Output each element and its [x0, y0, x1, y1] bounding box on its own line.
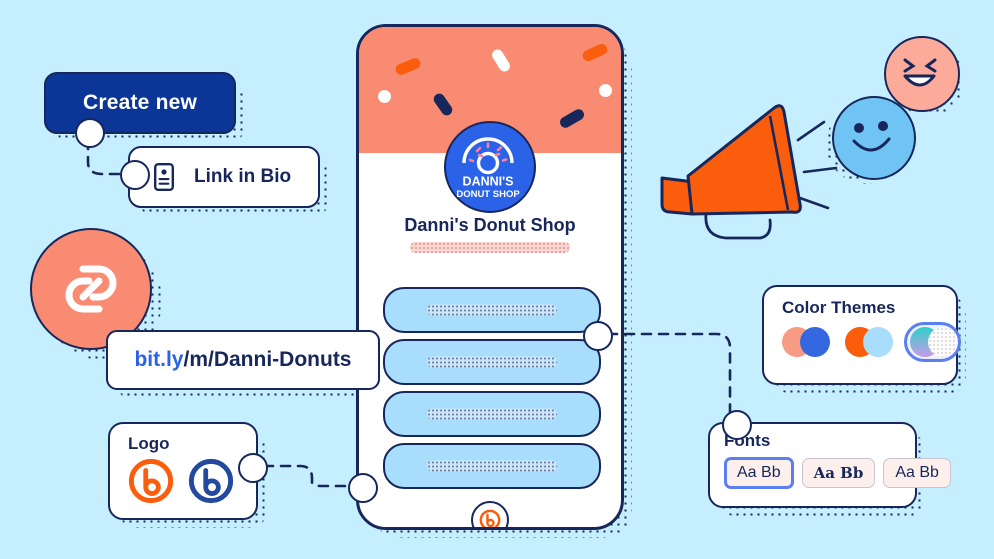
- node-phone-link[interactable]: [583, 321, 613, 351]
- megaphone-graphic: [660, 104, 802, 240]
- link-button-placeholder: [427, 304, 557, 316]
- sprinkle: [431, 91, 455, 118]
- link-button-3[interactable]: [383, 391, 601, 437]
- link-button-placeholder: [427, 460, 557, 472]
- sprinkle: [580, 42, 610, 63]
- laughing-mouth: [903, 74, 936, 87]
- megaphone-icon: [648, 86, 818, 246]
- megaphone-strap: [704, 212, 772, 240]
- font-chip-2[interactable]: Aa Bb: [801, 458, 876, 488]
- link-button-4[interactable]: [383, 443, 601, 489]
- color-themes-card[interactable]: Color Themes: [762, 285, 961, 385]
- sprinkle-dot: [378, 90, 391, 103]
- logo-options: [128, 458, 256, 504]
- eye-right: [878, 121, 888, 131]
- smiling-face-icon: [832, 96, 916, 180]
- node-phone-bottom[interactable]: [348, 473, 378, 503]
- shop-bio-placeholder: [410, 242, 570, 253]
- bio-card-icon: [154, 163, 174, 191]
- logo-card-title: Logo: [128, 434, 170, 453]
- font-chip-1[interactable]: Aa Bb: [724, 457, 794, 489]
- node-logo-card[interactable]: [238, 453, 268, 483]
- donut-logo-graphic: DANNI'S DONUT SHOP: [456, 137, 520, 200]
- bitly-logo-icon: [479, 509, 501, 527]
- phone-mockup: DANNI'S DONUT SHOP Danni's Donut Shop: [356, 24, 624, 530]
- font-chip-3[interactable]: Aa Bb: [883, 458, 951, 488]
- bitly-logo-navy-icon[interactable]: [188, 458, 234, 504]
- theme-gradient-white[interactable]: [903, 322, 961, 362]
- link-button-1[interactable]: [383, 287, 601, 333]
- bitly-footer-button[interactable]: [471, 501, 509, 527]
- color-themes-title: Color Themes: [782, 298, 896, 317]
- node-fonts-card[interactable]: [722, 410, 752, 440]
- logo-line1: DANNI'S: [463, 175, 514, 189]
- smile-mouth: [852, 137, 891, 152]
- megaphone-cone: [686, 104, 802, 216]
- wire-logo-phone: [262, 464, 350, 488]
- sprinkle-dot: [599, 84, 612, 97]
- smiling-face-graphic: [852, 121, 891, 152]
- shop-name: Danni's Donut Shop: [404, 215, 576, 235]
- short-link-path: /m/Danni-Donuts: [183, 348, 352, 371]
- link-button-placeholder: [427, 356, 557, 368]
- create-new-button[interactable]: Create new: [44, 72, 236, 134]
- sprinkle: [393, 56, 423, 77]
- short-link-pill[interactable]: bit.ly/m/Danni-Donuts: [106, 330, 380, 390]
- sprinkle: [557, 107, 587, 130]
- laughing-face-graphic: [903, 58, 937, 87]
- logo-line2: DONUT SHOP: [456, 189, 520, 200]
- link-in-bio-label: Link in Bio: [194, 166, 292, 187]
- sprinkle: [489, 47, 513, 74]
- swatch-right-color: [863, 327, 894, 357]
- fonts-title: Fonts: [724, 431, 771, 450]
- short-link-text: bit.ly/m/Danni-Donuts: [134, 348, 351, 372]
- font-chips: Aa Bb Aa Bb Aa Bb: [724, 457, 951, 489]
- shop-logo-badge: DANNI'S DONUT SHOP: [444, 121, 536, 213]
- color-theme-swatches: [782, 322, 961, 362]
- swatch-right-color: [927, 327, 958, 357]
- short-link-domain: bit.ly: [134, 348, 184, 371]
- swatch-right-color: [800, 327, 830, 357]
- bitly-logo-orange-icon[interactable]: [128, 458, 174, 504]
- link-button-placeholder: [427, 408, 557, 420]
- theme-orange-skyblue[interactable]: [845, 327, 894, 357]
- node-link-in-bio[interactable]: [120, 160, 150, 190]
- logo-card[interactable]: Logo: [108, 422, 258, 520]
- link-in-bio-card[interactable]: Link in Bio: [128, 146, 320, 208]
- eye-left: [854, 123, 864, 133]
- chain-link-glyph: [65, 265, 117, 313]
- illustration-canvas: Create new Link in Bio bit.ly/m/Danni-Do…: [0, 0, 994, 559]
- node-create-new[interactable]: [75, 118, 105, 148]
- create-new-label: Create new: [82, 91, 198, 114]
- theme-salmon-blue[interactable]: [782, 327, 830, 357]
- link-button-2[interactable]: [383, 339, 601, 385]
